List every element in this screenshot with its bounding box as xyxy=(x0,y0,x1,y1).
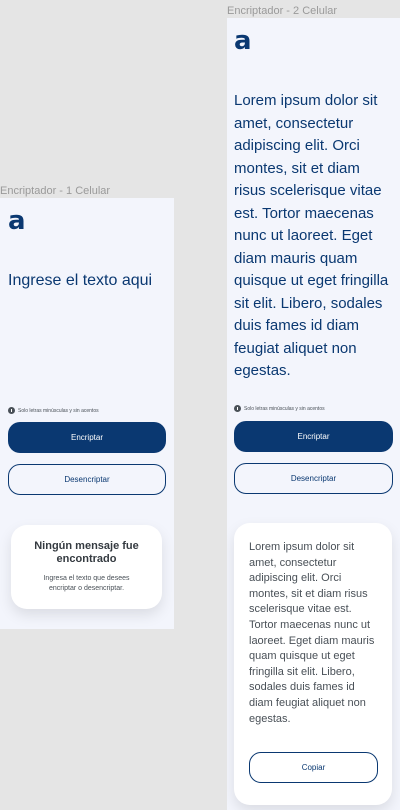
empty-result-card: Ningún mensaje fue encontrado Ingresa el… xyxy=(11,525,162,609)
mobile-frame-1: a Ingrese el texto aqui Solo letras minú… xyxy=(0,198,174,629)
frame2-title: Encriptador - 2 Celular xyxy=(227,5,338,17)
result-card: Lorem ipsum dolor sit amet, consectetur … xyxy=(234,523,392,805)
decrypt-button[interactable]: Desencriptar xyxy=(8,464,166,495)
brand-logo: a xyxy=(234,26,252,56)
mobile-frame-2: a Lorem ipsum dolor sit amet, consectetu… xyxy=(227,18,400,810)
frame1-title: Encriptador - 1 Celular xyxy=(0,185,111,197)
input-note: Solo letras minúsculas y sin acentos xyxy=(234,405,325,412)
info-icon xyxy=(234,405,241,412)
result-text: Lorem ipsum dolor sit amet, consectetur … xyxy=(249,541,375,725)
encrypt-button[interactable]: Encriptar xyxy=(8,422,166,453)
text-input-content[interactable]: Lorem ipsum dolor sit amet, consectetur … xyxy=(234,90,394,383)
empty-result-title: Ningún mensaje fue encontrado xyxy=(34,540,139,565)
input-note-text: Solo letras minúsculas y sin acentos xyxy=(18,407,99,414)
info-icon xyxy=(8,407,15,414)
text-input-placeholder[interactable]: Ingrese el texto aqui xyxy=(8,272,170,290)
copy-button[interactable]: Copiar xyxy=(249,752,378,783)
empty-result-subtitle: Ingresa el texto que desees encriptar o … xyxy=(43,575,130,592)
decrypt-button[interactable]: Desencriptar xyxy=(234,463,393,494)
brand-logo: a xyxy=(8,206,26,236)
input-note: Solo letras minúsculas y sin acentos xyxy=(8,407,99,414)
input-note-text: Solo letras minúsculas y sin acentos xyxy=(244,405,325,412)
encrypt-button[interactable]: Encriptar xyxy=(234,421,393,452)
